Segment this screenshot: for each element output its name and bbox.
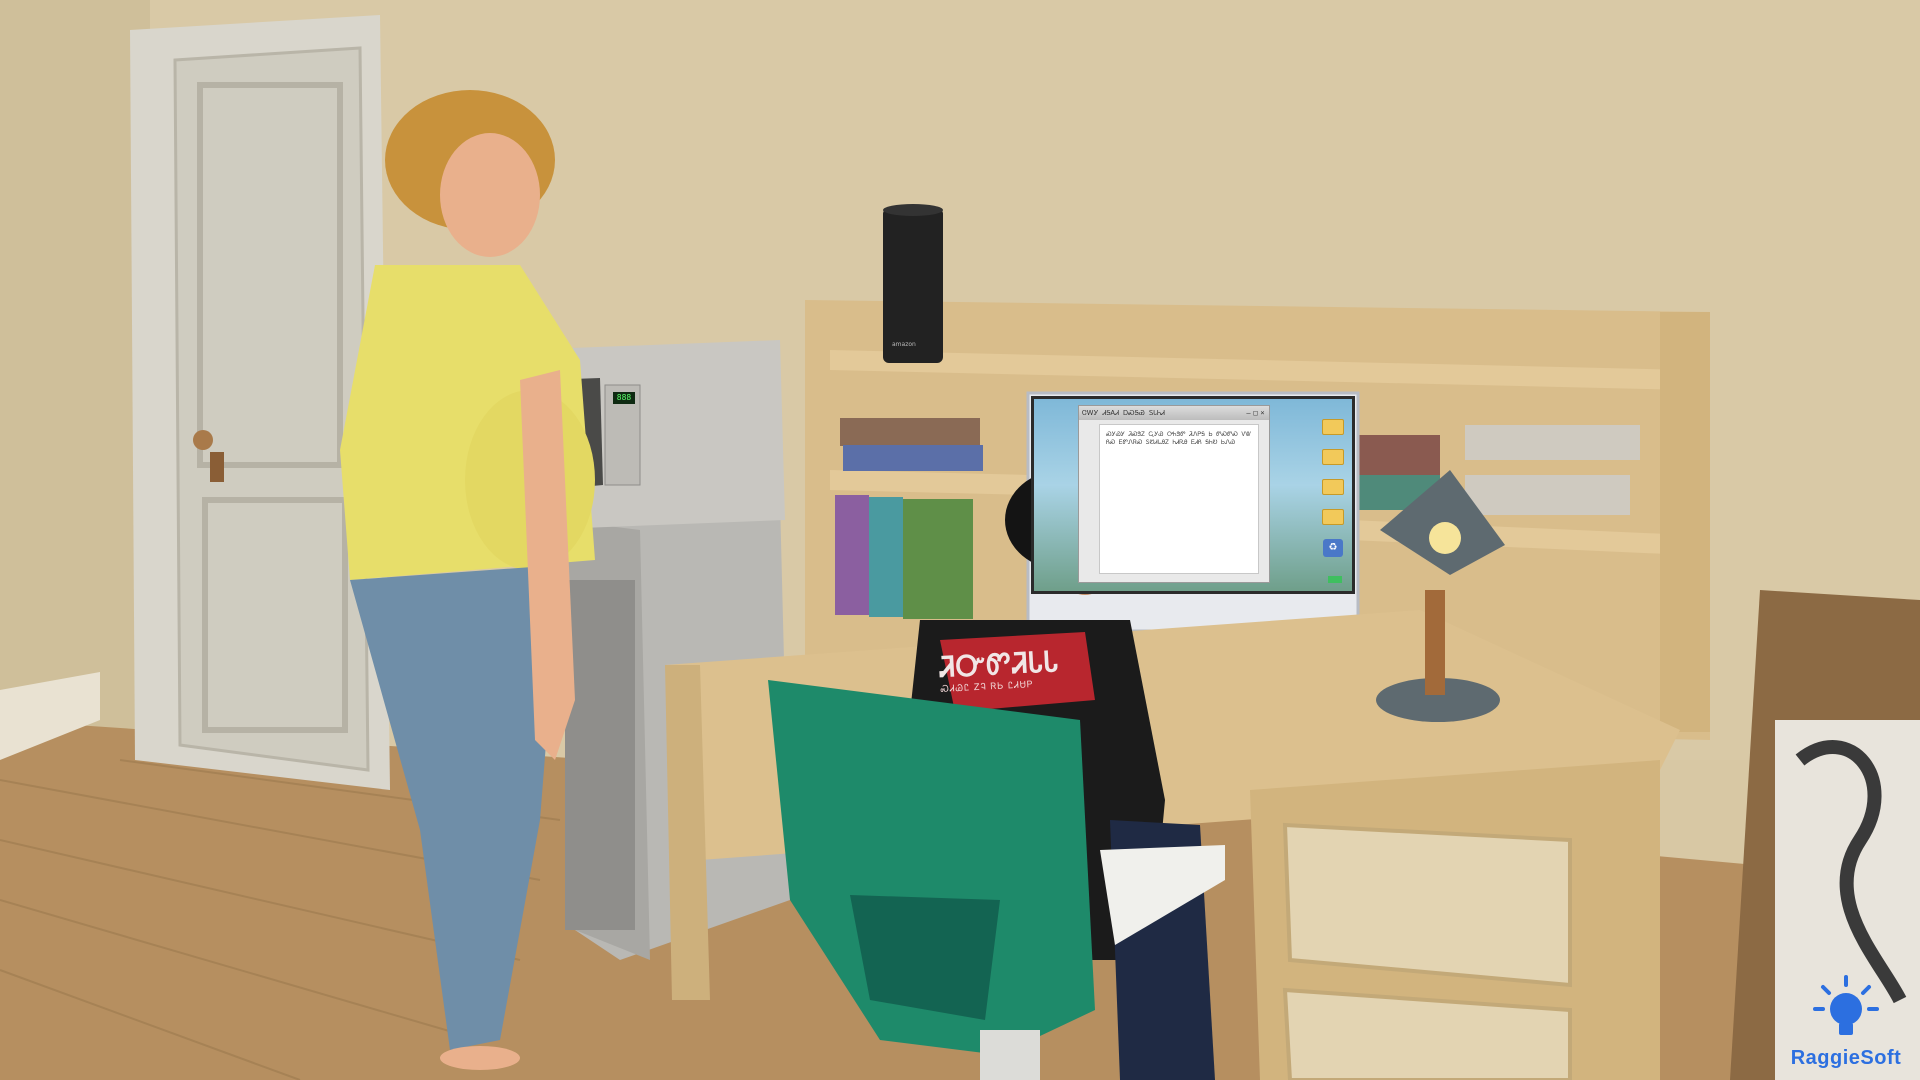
smart-speaker xyxy=(883,204,943,363)
shirt-print: ᏘᏅᏛᏘᏓᏓ ᏍᏗᏊᏝ ᏃᎸ ᏒᏏ ᏝᏗᏌᏢ xyxy=(938,643,1091,713)
maximize-icon: □ xyxy=(1253,409,1258,417)
status-indicator xyxy=(1328,576,1342,583)
left-wall xyxy=(0,0,150,760)
text-editor-window: ᏣᎳᎩ ᏗᎦᎪᏗ ᎠᏍᎦᏯ ᏚᏓᏂᏗ – □ × ᏍᎩᏯᎩ ᏘᏍᏕᏃ ᏩᎩᏯ ᎤᏂᏕ… xyxy=(1078,405,1270,583)
folder-icon xyxy=(1322,449,1344,465)
microwave-display: 888 xyxy=(613,392,635,404)
folder-icon xyxy=(1322,419,1344,435)
speaker-brand-label: amazon xyxy=(892,341,916,348)
window-controls: – □ × xyxy=(1245,409,1266,417)
recycle-bin-icon: ♻ xyxy=(1323,539,1343,557)
window-title-bar: ᏣᎳᎩ ᏗᎦᎪᏗ ᎠᏍᎦᏯ ᏚᏓᏂᏗ – □ × xyxy=(1079,406,1269,420)
window-title: ᏣᎳᎩ ᏗᎦᎪᏗ ᎠᏍᎦᏯ ᏚᏓᏂᏗ xyxy=(1082,408,1165,417)
watermark: RaggieSoft xyxy=(1786,973,1906,1070)
document-body: ᏍᎩᏯᎩ ᏘᏍᏕᏃ ᏩᎩᏯ ᎤᏂᏕᏛ ᏘᏁᏢᎦ Ꮟ ᏛᏍᏛᏍ ᏙᏔ ᏲᏍ ᎬᏛᏁ… xyxy=(1099,424,1259,574)
folder-icon xyxy=(1322,479,1344,495)
folder-icon xyxy=(1322,509,1344,525)
desktop-dock: ♻ xyxy=(1320,419,1346,557)
game-scene xyxy=(0,0,1920,1080)
lightbulb-icon xyxy=(1813,975,1879,1035)
minimize-icon: – xyxy=(1246,409,1251,417)
watermark-text: RaggieSoft xyxy=(1790,1047,1902,1069)
close-icon: × xyxy=(1260,409,1265,417)
monitor-screen: ᏣᎳᎩ ᏗᎦᎪᏗ ᎠᏍᎦᏯ ᏚᏓᏂᏗ – □ × ᏍᎩᏯᎩ ᏘᏍᏕᏃ ᏩᎩᏯ ᎤᏂᏕ… xyxy=(1031,396,1355,594)
